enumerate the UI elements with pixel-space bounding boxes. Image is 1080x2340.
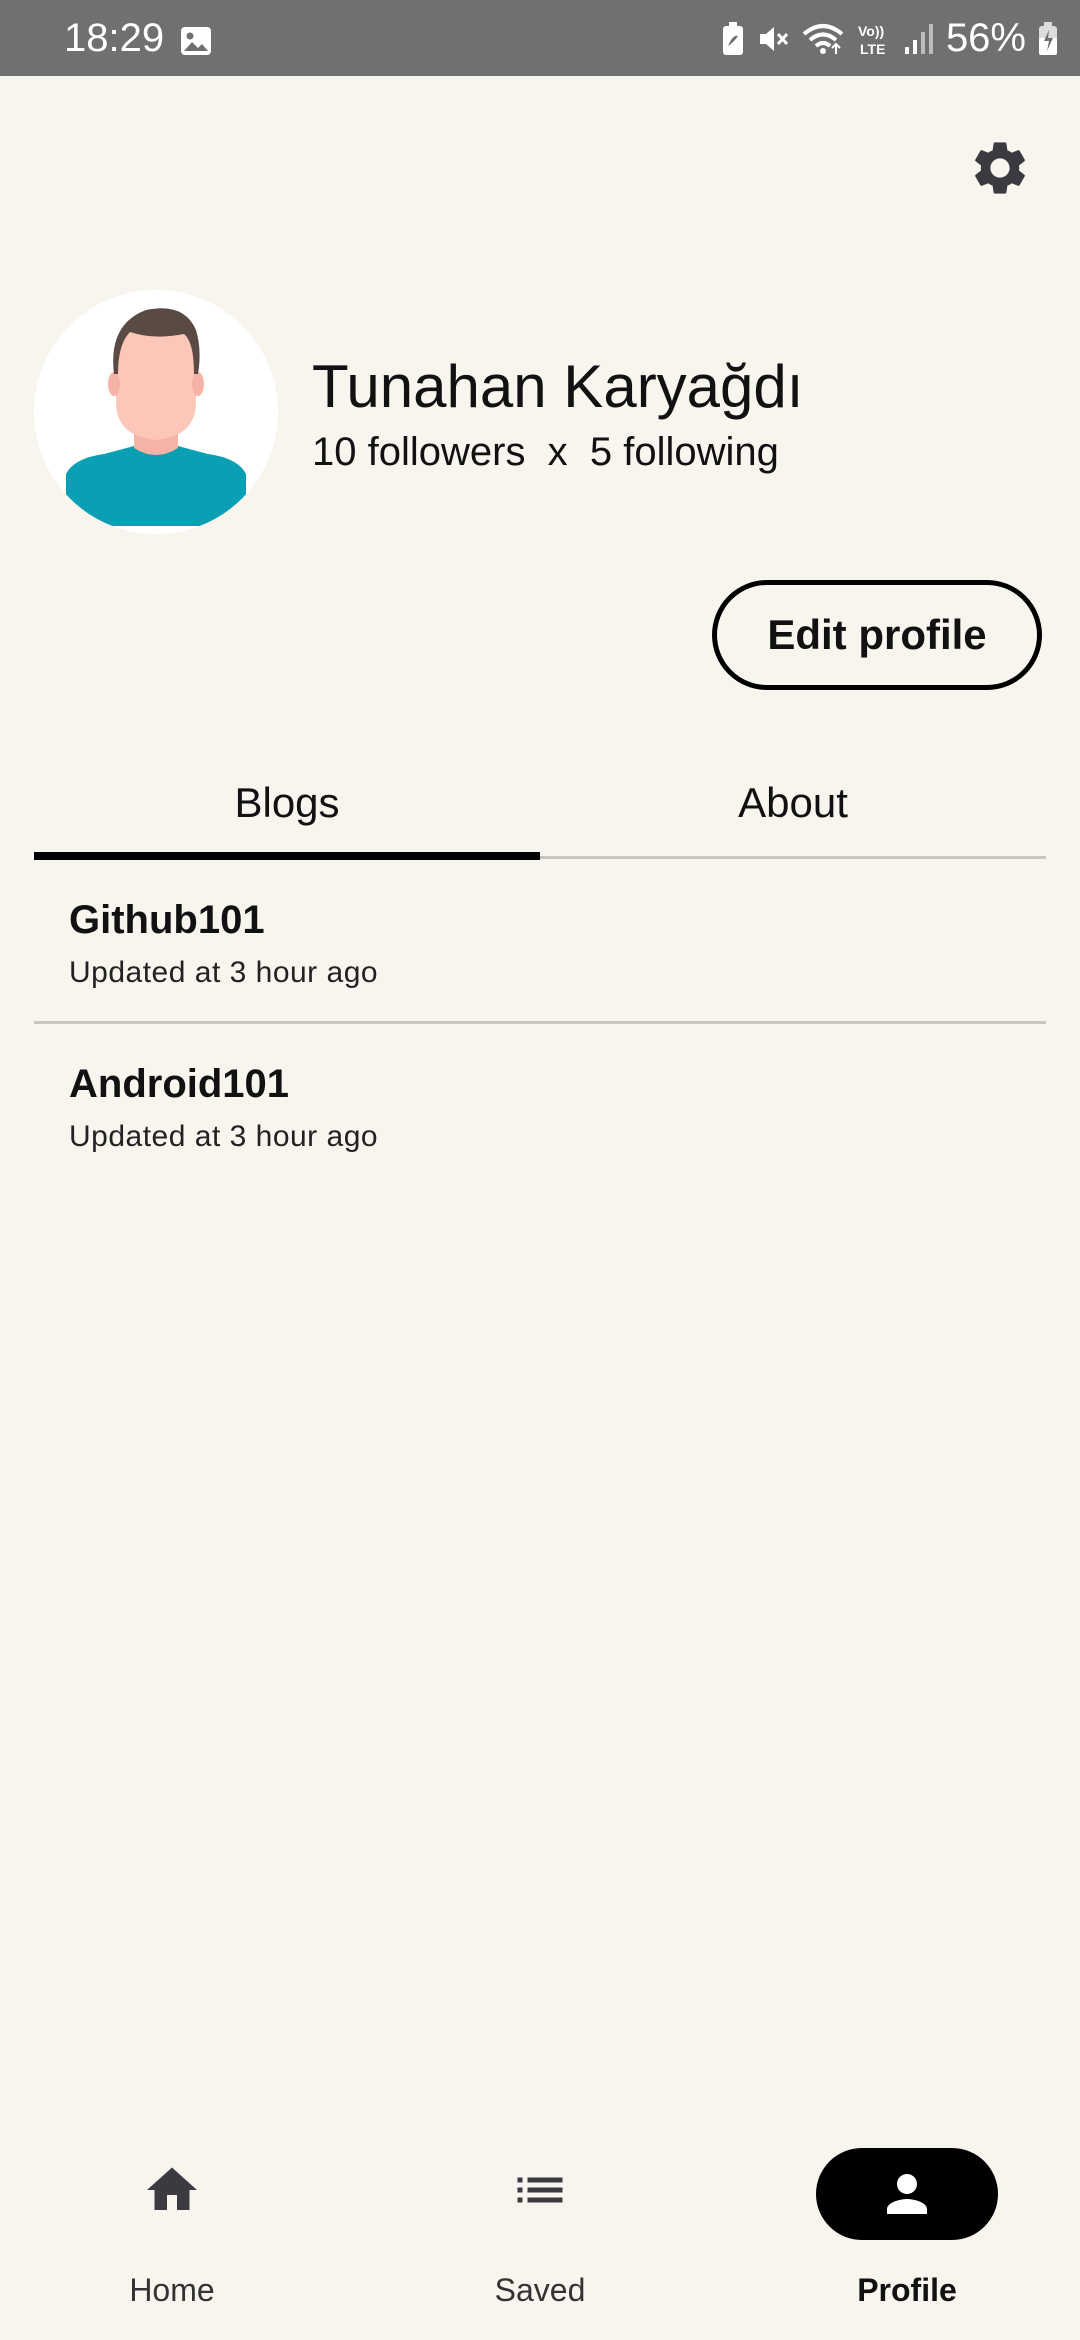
- tab-blogs[interactable]: Blogs: [34, 752, 540, 854]
- nav-saved-label: Saved: [494, 2272, 586, 2308]
- status-time: 18:29: [64, 16, 165, 60]
- list-item[interactable]: Github101 Updated at 3 hour ago: [34, 860, 1046, 1024]
- gear-icon: [975, 142, 1025, 194]
- avatar-illustration: [66, 308, 246, 526]
- nav-profile-label: Profile: [857, 2272, 957, 2308]
- followers-count[interactable]: 10 followers: [312, 430, 525, 474]
- list-icon: [510, 2160, 570, 2225]
- status-bar: 18:29 Vo)) LTE 56%: [0, 0, 1080, 76]
- list-item[interactable]: Android101 Updated at 3 hour ago: [34, 1024, 1046, 1188]
- blog-title: Github101: [69, 898, 265, 942]
- wifi-icon: [802, 22, 844, 56]
- profile-stats: 10 followers x 5 following: [312, 430, 779, 475]
- volte-icon: Vo)) LTE: [856, 21, 892, 57]
- nav-home-label: Home: [129, 2272, 215, 2308]
- edit-profile-button[interactable]: Edit profile: [712, 580, 1042, 690]
- stats-separator: x: [547, 430, 568, 474]
- settings-button[interactable]: [968, 136, 1032, 200]
- battery-saver-icon: [722, 21, 744, 56]
- svg-text:LTE: LTE: [860, 41, 885, 57]
- bottom-navigation: Home Saved Profile: [0, 2120, 1080, 2340]
- blog-updated: Updated at 3 hour ago: [69, 1120, 379, 1153]
- profile-tabs: Blogs About: [34, 752, 1046, 860]
- signal-icon: [904, 23, 934, 55]
- nav-profile[interactable]: Profile: [726, 2120, 1080, 2340]
- profile-name: Tunahan Karyağdı: [312, 353, 804, 420]
- status-icons: Vo)) LTE 56%: [722, 16, 1058, 61]
- gallery-icon: [180, 26, 212, 61]
- home-icon: [142, 2160, 202, 2225]
- avatar: [34, 290, 278, 534]
- following-count[interactable]: 5 following: [590, 430, 779, 474]
- blog-title: Android101: [69, 1062, 290, 1106]
- tab-indicator: [34, 852, 540, 860]
- svg-text:Vo)): Vo)): [858, 23, 884, 39]
- battery-percent: 56%: [945, 16, 1026, 60]
- mute-icon: [756, 22, 790, 56]
- tab-about[interactable]: About: [540, 752, 1046, 854]
- battery-icon: [1038, 21, 1058, 56]
- person-icon: [877, 2164, 937, 2229]
- nav-saved[interactable]: Saved: [360, 2120, 720, 2340]
- blog-list: Github101 Updated at 3 hour ago Android1…: [34, 860, 1046, 1188]
- blog-updated: Updated at 3 hour ago: [69, 956, 379, 989]
- nav-home[interactable]: Home: [0, 2120, 360, 2340]
